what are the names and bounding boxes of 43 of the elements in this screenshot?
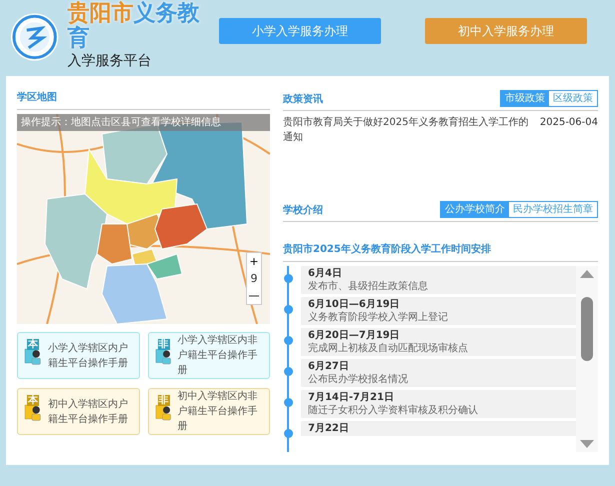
timeline-date: 6月10日—6月19日 [308,298,401,311]
manual-card[interactable]: 本 小学入学辖区内户籍生平台操作手册 [17,332,140,379]
schools-title: 学校介绍 [283,204,323,218]
badge-label: 非 [158,339,170,350]
timeline-dot [284,336,293,345]
timeline-date: 6月4日 [308,267,343,280]
timeline-dot [284,398,293,407]
timeline-date: 7月22日 [308,422,350,435]
badge-label: 本 [27,339,39,350]
timeline-date: 7月14日-7月21日 [308,391,395,404]
timeline-text: 义务教育阶段学校入学网上登记 [308,311,449,324]
site-title: 贵阳市义务教育 [67,2,200,51]
manual-card[interactable]: 非 小学入学辖区内非户籍生平台操作手册 [148,332,270,379]
map[interactable]: 操作提示：地图点击区县可查看学校详细信息 + 9 — [17,114,270,324]
section-title: 学区地图 [17,90,270,110]
timeline-text: 完成网上初核及自动匹配现场审核点 [308,342,469,355]
manual-label: 初中入学辖区内非户籍生平台操作手册 [178,390,259,434]
manual-label: 小学入学辖区内非户籍生平台操作手册 [178,334,259,378]
timeline-text: 随迁子女积分入学资料审核及积分确认 [308,404,479,417]
timeline-date: 6月27日 [308,360,350,373]
policy-title: 政策资讯 [283,92,323,107]
news-link[interactable]: 贵阳市教育局关于做好2025年义务教育招生入学工作的通知 [283,115,534,145]
scrollbar-thumb[interactable] [581,297,593,361]
manual-label: 小学入学辖区内户籍生平台操作手册 [48,342,129,370]
timeline-text: 公布民办学校报名情况 [308,373,409,386]
logo-icon [10,12,60,62]
manual-label: 初中入学辖区内户籍生平台操作手册 [48,398,129,426]
timeline-dot [284,367,293,376]
scroll-down-icon[interactable] [580,440,594,448]
timeline-dot [284,274,293,283]
badge-label: 非 [158,395,170,406]
timeline-dot [284,305,293,314]
manual-card[interactable]: 非 初中入学辖区内非户籍生平台操作手册 [148,388,270,435]
scroll-up-icon[interactable] [580,270,594,278]
manual-card[interactable]: 本 初中入学辖区内户籍生平台操作手册 [17,388,140,435]
timeline-text: 发布市、县级招生政策信息 [308,280,429,293]
timeline-dot [284,429,293,438]
badge-label: 本 [27,395,39,406]
site-subtitle: 入学服务平台 [67,52,152,71]
news-date: 2025-06-04 [540,116,598,130]
map-hint: 操作提示：地图点击区县可查看学校详细信息 [17,114,270,131]
timeline-date: 6月20日—7月19日 [308,329,401,342]
schedule-title: 贵阳市2025年义务教育阶段入学工作时间安排 [283,242,598,262]
